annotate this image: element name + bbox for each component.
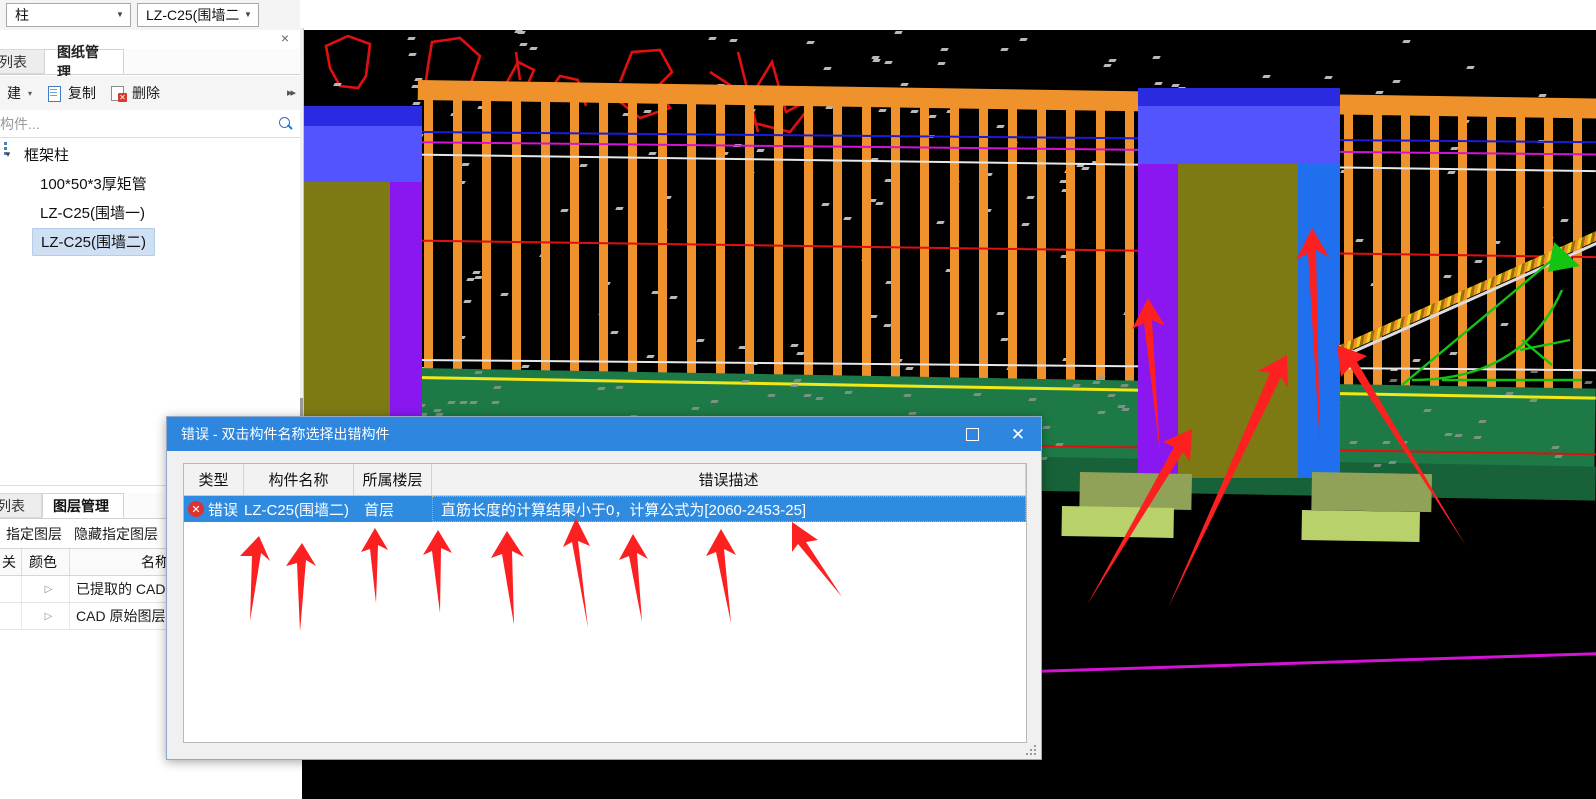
cell-component-name: LZ-C25(围墙二) [244,501,350,519]
expander-icon[interactable]: ▷ [22,576,70,602]
category-combobox[interactable]: 柱 ▼ [6,3,131,27]
table-row[interactable]: ✕ 错误 LZ-C25(围墙二) 首层 直筋长度的计算结果小于0，计算公式为[2… [184,496,1026,522]
panel-tabstrip: 列表 图纸管理 [0,44,300,80]
chevron-down-icon: ▼ [116,10,124,19]
tree-item-label: 100*50*3厚矩管 [40,175,147,193]
layer-name: 已提取的 CAD [70,576,175,602]
layer-tab-list-label: 列表 [0,497,25,514]
specify-layer-button[interactable]: 指定图层 [0,522,68,546]
tree-item-lz-c25-wall-1[interactable]: LZ-C25(围墙一) [0,198,300,227]
search-icon[interactable] [274,114,300,134]
column-header-floor: 所属楼层 [354,464,432,495]
new-button-label: 建 [7,85,21,101]
column-header-description: 错误描述 [432,464,1026,495]
column-header-toggle: 关 [0,549,22,575]
column-header-color: 颜色 [22,549,70,575]
column-header-component-name: 构件名称 [244,464,354,495]
category-combobox-value: 柱 [15,7,29,23]
tree-item-lz-c25-wall-2[interactable]: LZ-C25(围墙二) [0,227,300,256]
footing-right [1301,510,1420,543]
chevron-down-icon: ▾ [28,88,33,98]
copy-icon [46,85,63,102]
layer-panel: 列表 图层管理 指定图层 隐藏指定图层 关 颜色 名称 ▷ 已提取的 CAD ▷… [0,485,175,799]
tabstrip-filler [124,49,300,75]
layer-toggle[interactable] [0,603,22,629]
layer-grid: 关 颜色 名称 ▷ 已提取的 CAD ▷ CAD 原始图层 [0,548,175,630]
copy-button-label: 复制 [68,85,97,101]
close-icon[interactable]: ✕ [995,417,1041,451]
member-combobox[interactable]: LZ-C25(围墙二) ▼ [137,3,259,27]
layer-tab-management[interactable]: 图层管理 [42,493,124,518]
footing-left [1061,506,1174,538]
search-input[interactable] [0,114,274,133]
resize-grip-icon[interactable] [1026,745,1037,756]
component-search[interactable] [0,110,300,138]
layer-row[interactable]: ▷ CAD 原始图层 [0,603,175,630]
selector-toolbar: 柱 ▼ LZ-C25(围墙二) ▼ [0,0,300,31]
column-header-name: 名称 [70,549,175,575]
tab-list[interactable]: 列表 [0,49,46,74]
layer-grid-header: 关 颜色 名称 [0,548,175,576]
new-button[interactable]: 建 ▾ [0,80,39,106]
cell-type-label: 错误 [208,501,239,519]
error-grid: 类型 构件名称 所属楼层 错误描述 ✕ 错误 LZ-C25(围墙二) 首层 直筋… [183,463,1027,743]
expander-icon[interactable]: ▷ [22,603,70,629]
footing-top-left [1079,472,1192,510]
layer-name: CAD 原始图层 [70,603,175,629]
delete-button-label: 删除 [132,85,161,101]
chevron-down-icon: ▼ [244,10,252,19]
hide-specified-layer-button[interactable]: 隐藏指定图层 [68,522,164,546]
layer-tab-list[interactable]: 列表 [0,493,42,518]
error-dialog[interactable]: 错误 - 双击构件名称选择出错构件 ✕ 类型 构件名称 所属楼层 错误描述 ✕ … [166,416,1042,760]
cell-floor: 首层 [364,501,395,519]
expander-icon[interactable]: ▾ [0,149,16,160]
tree-item-frame-column[interactable]: ▾ 框架柱 [0,140,300,169]
layer-row[interactable]: ▷ 已提取的 CAD [0,576,175,603]
toolbar-overflow-icon[interactable]: ▸▸ [287,86,296,99]
cell-description: 直筋长度的计算结果小于0，计算公式为[2060-2453-25] [432,496,1026,522]
tree-item-label: 框架柱 [24,146,70,164]
delete-icon: ✕ [110,85,128,102]
copy-button[interactable]: 复制 [39,80,103,106]
tab-drawing-management[interactable]: 图纸管理 [44,44,124,80]
dialog-title-bar[interactable]: 错误 - 双击构件名称选择出错构件 ✕ [167,417,1041,451]
tab-list-label: 列表 [0,53,27,70]
column-selected-lz-c25[interactable] [1138,88,1340,478]
tree-item-100-50-3[interactable]: 100*50*3厚矩管 [0,169,300,198]
layer-tab-management-label: 图层管理 [53,497,109,514]
close-icon[interactable]: × [278,31,292,46]
tree-item-label: LZ-C25(围墙二) [32,227,156,256]
application-window: 柱 ▼ LZ-C25(围墙二) ▼ × 列表 图纸管理 建 ▾ 复制 ✕ 删除 … [0,0,1596,799]
cad-green-curves [1401,242,1582,386]
delete-button[interactable]: ✕ 删除 [103,80,167,106]
footing-top-right [1311,472,1432,513]
tree-item-label: LZ-C25(围墙一) [40,204,146,222]
layer-toggle[interactable] [0,576,22,602]
dialog-title: 错误 - 双击构件名称选择出错构件 [181,426,390,442]
error-icon: ✕ [188,501,204,517]
member-combobox-value: LZ-C25(围墙二) [146,7,240,23]
cad-magenta-bottom-line [1032,652,1596,673]
maximize-icon[interactable] [949,417,995,451]
error-grid-header: 类型 构件名称 所属楼层 错误描述 [184,464,1026,496]
column-header-type: 类型 [184,464,244,495]
cell-type: ✕ 错误 [184,496,244,522]
layer-panel-tabstrip: 列表 图层管理 [0,491,175,519]
layer-button-row: 指定图层 隐藏指定图层 [0,520,175,548]
component-tree: ▾ 框架柱 100*50*3厚矩管 LZ-C25(围墙一) LZ-C25(围墙二… [0,140,300,256]
component-toolbar: 建 ▾ 复制 ✕ 删除 ▸▸ [0,76,300,111]
